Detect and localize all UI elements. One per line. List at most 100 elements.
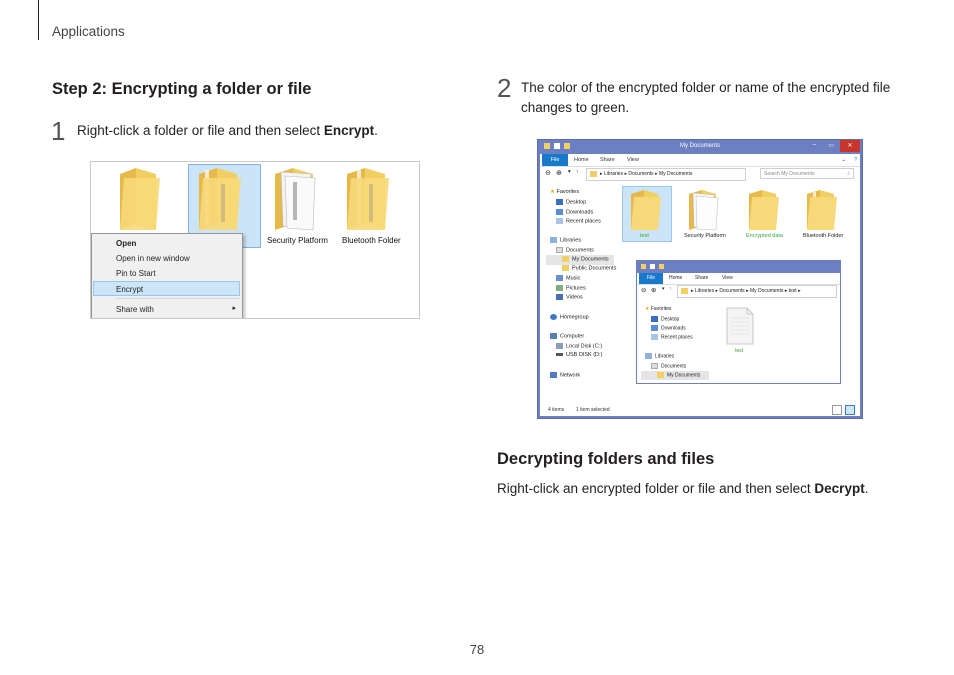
nav-pictures-label: Pictures <box>566 285 586 292</box>
inner-tab-home[interactable]: Home <box>669 273 682 284</box>
nav-public-documents-label: Public Documents <box>572 265 617 272</box>
inner-nav-downloads[interactable]: Downloads <box>651 325 686 331</box>
step-number-1: 1 <box>51 116 66 146</box>
up-arrow-icon[interactable]: ↑ <box>576 169 579 175</box>
properties-icon[interactable] <box>650 264 655 269</box>
step-1-text-bold: Encrypt <box>323 123 375 138</box>
inner-nav-favorites[interactable]: ★ Favorites <box>645 306 671 312</box>
nav-public-documents[interactable]: Public Documents <box>562 265 616 271</box>
page-number: 78 <box>469 642 485 657</box>
nav-libraries[interactable]: Libraries <box>550 237 581 243</box>
nav-documents[interactable]: Documents <box>556 247 594 253</box>
help-icon[interactable]: ? <box>854 154 857 166</box>
computer-icon <box>550 333 557 339</box>
nav-recent-places[interactable]: Recent places <box>556 218 601 224</box>
nav-computer[interactable]: Computer <box>550 333 584 339</box>
inner-breadcrumb-test[interactable]: test <box>789 288 797 294</box>
inner-nav-desktop-label: Desktop <box>661 316 680 323</box>
nav-recent-places-label: Recent places <box>566 218 601 225</box>
context-menu-item-encrypt[interactable]: Encrypt <box>116 285 143 294</box>
context-menu-item-pin-to-start[interactable]: Pin to Start <box>116 269 156 278</box>
inner-breadcrumb-documents[interactable]: Documents <box>719 288 744 294</box>
minimize-button[interactable]: – <box>813 142 816 148</box>
context-menu-item-open[interactable]: Open <box>116 239 136 248</box>
folder-small-icon <box>562 265 569 271</box>
videos-icon <box>556 294 563 300</box>
close-button[interactable]: ✕ <box>840 140 860 152</box>
nav-videos[interactable]: Videos <box>556 294 583 300</box>
status-item-count: 4 items <box>548 407 565 413</box>
context-menu-item-share-with[interactable]: Share with <box>116 305 154 314</box>
folder-icon[interactable] <box>628 188 664 232</box>
tab-share[interactable]: Share <box>600 154 615 166</box>
status-selected-count: 1 item selected <box>576 407 610 413</box>
star-icon: ★ <box>550 189 555 195</box>
breadcrumb-libraries[interactable]: Libraries <box>604 171 623 177</box>
downloads-icon <box>651 325 658 331</box>
nav-downloads[interactable]: Downloads <box>556 209 593 215</box>
inner-breadcrumb-my-documents[interactable]: My Documents <box>750 288 783 294</box>
nav-desktop-label: Desktop <box>566 199 587 206</box>
inner-tab-view[interactable]: View <box>722 273 733 284</box>
tab-view[interactable]: View <box>627 154 639 166</box>
nav-network[interactable]: Network <box>550 372 580 378</box>
nav-desktop[interactable]: Desktop <box>556 199 586 205</box>
folder-icon[interactable] <box>271 164 323 234</box>
nav-music[interactable]: Music <box>556 275 580 281</box>
search-input[interactable]: Search My Documents ⌕ <box>760 168 854 179</box>
inner-tab-file[interactable]: File <box>639 273 663 284</box>
back-icon[interactable]: ⊖ <box>641 286 646 294</box>
inner-nav-desktop[interactable]: Desktop <box>651 316 679 322</box>
inner-tab-share[interactable]: Share <box>695 273 708 284</box>
folder-icon[interactable] <box>746 188 782 232</box>
details-view-icon[interactable] <box>832 405 842 415</box>
maximize-button[interactable]: ▭ <box>828 142 834 149</box>
up-arrow-icon[interactable]: ↑ <box>669 286 672 292</box>
forward-icon[interactable]: ⊕ <box>556 169 562 177</box>
inner-nav-documents[interactable]: Documents <box>651 363 686 369</box>
section-title: Applications <box>52 24 125 39</box>
forward-icon[interactable]: ⊕ <box>651 286 656 294</box>
usb-drive-icon <box>556 353 563 357</box>
tab-home[interactable]: Home <box>574 154 589 166</box>
folder-icon[interactable] <box>116 164 166 234</box>
nav-libraries-label: Libraries <box>560 237 582 244</box>
inner-nav-recent-places[interactable]: Recent places <box>651 334 693 340</box>
breadcrumb-documents[interactable]: Documents <box>628 171 653 177</box>
nav-downloads-label: Downloads <box>566 209 594 216</box>
inner-ribbon-tabs: File Home Share View <box>637 273 840 285</box>
inner-nav-favorites-label: Favorites <box>650 306 672 312</box>
folder-small-icon <box>657 372 664 378</box>
nav-homegroup[interactable]: Homegroup <box>550 314 589 320</box>
inner-nav-my-documents[interactable]: My Documents <box>657 372 700 378</box>
nav-favorites[interactable]: ★ Favorites <box>550 189 579 195</box>
folder-icon[interactable] <box>343 164 395 234</box>
chevron-down-icon[interactable]: ▾ <box>662 286 665 292</box>
breadcrumb-my-documents[interactable]: My Documents <box>659 171 692 177</box>
encrypt-context-menu-screenshot: Security Platform Bluetooth Folder Open … <box>90 161 420 319</box>
nav-my-documents[interactable]: My Documents <box>562 256 609 262</box>
context-menu-item-open-new-window[interactable]: Open in new window <box>116 254 190 263</box>
decrypt-text-prefix: Right-click an encrypted folder or file … <box>497 481 815 496</box>
chevron-down-icon[interactable]: ⌄ <box>841 154 846 166</box>
large-icons-view-icon[interactable] <box>845 405 855 415</box>
inner-breadcrumb-libraries[interactable]: Libraries <box>695 288 714 294</box>
network-icon <box>550 372 557 378</box>
file-icon[interactable] <box>723 306 757 346</box>
inner-address-bar[interactable]: ▸ Libraries ▸ Documents ▸ My Documents ▸… <box>677 285 837 298</box>
nav-pictures[interactable]: Pictures <box>556 285 586 291</box>
chevron-down-icon[interactable]: ▾ <box>568 169 571 175</box>
tab-file[interactable]: File <box>542 154 568 166</box>
folder-icon[interactable] <box>686 188 722 232</box>
nav-local-disk[interactable]: Local Disk (C:) <box>556 343 602 349</box>
nav-usb-disk[interactable]: USB DISK (D:) <box>556 352 602 358</box>
new-folder-icon[interactable] <box>659 264 664 269</box>
address-bar[interactable]: ▸ Libraries ▸ Documents ▸ My Documents <box>586 168 746 181</box>
back-icon[interactable]: ⊖ <box>545 169 551 177</box>
nav-documents-label: Documents <box>566 247 594 254</box>
folder-label-bluetooth-folder: Bluetooth Folder <box>803 233 844 239</box>
inner-nav-my-documents-label: My Documents <box>667 372 701 379</box>
inner-nav-libraries[interactable]: Libraries <box>645 353 674 359</box>
folder-icon[interactable] <box>195 164 247 234</box>
folder-icon[interactable] <box>804 188 840 232</box>
